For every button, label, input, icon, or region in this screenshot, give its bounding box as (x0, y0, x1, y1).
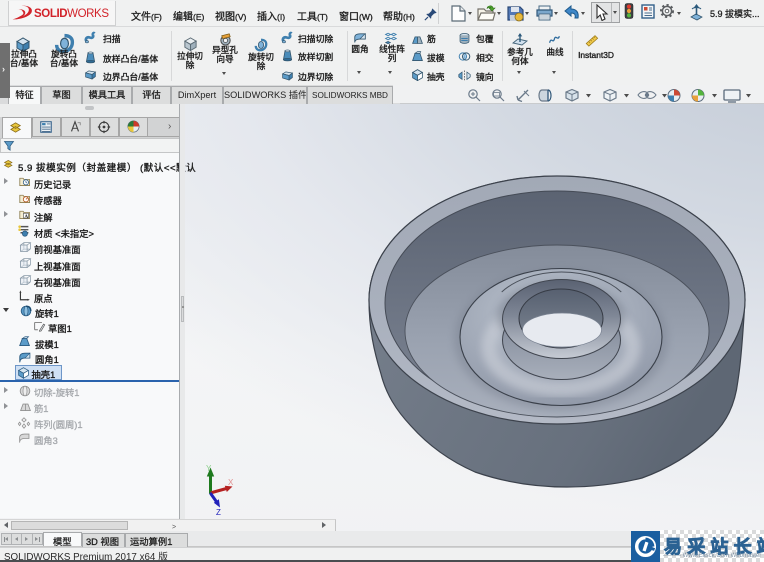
svg-text:X: X (228, 478, 234, 487)
svg-text:Y: Y (206, 464, 212, 473)
svg-text:Z: Z (216, 508, 221, 517)
